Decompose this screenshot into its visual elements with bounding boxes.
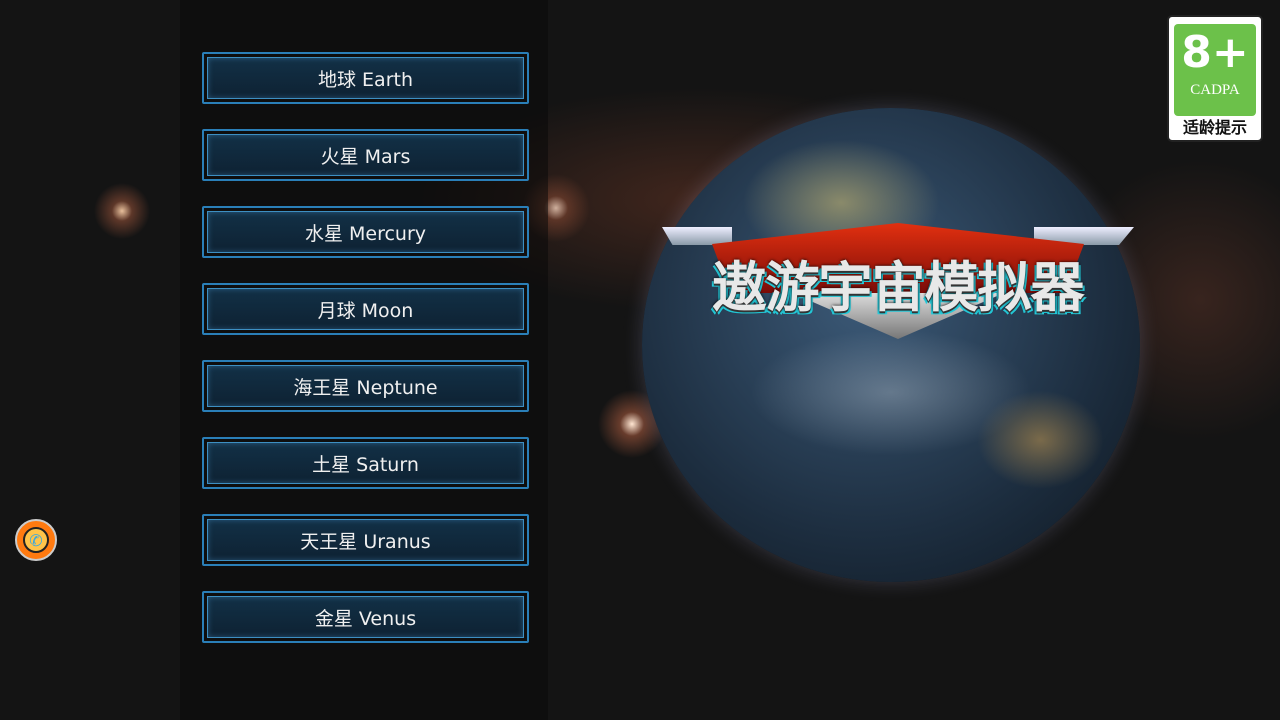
planet-button-mercury[interactable]: 水星 Mercury xyxy=(202,206,529,258)
planet-button-uranus[interactable]: 天王星 Uranus xyxy=(202,514,529,566)
button-label: 海王星 Neptune xyxy=(293,376,438,399)
planet-button-neptune[interactable]: 海王星 Neptune xyxy=(202,360,529,412)
button-label: 金星 Venus xyxy=(314,607,417,630)
button-label: 火星 Mars xyxy=(320,145,411,168)
game-logo: 遨游宇宙模拟器 xyxy=(662,215,1134,340)
planet-button-venus[interactable]: 金星 Venus xyxy=(202,591,529,643)
button-label: 月球 Moon xyxy=(317,299,414,322)
button-label: 土星 Saturn xyxy=(312,453,419,476)
button-label: 地球 Earth xyxy=(318,68,413,91)
planet-button-moon[interactable]: 月球 Moon xyxy=(202,283,529,335)
age-rating: 8+ xyxy=(1181,27,1249,78)
planet-button-earth[interactable]: 地球 Earth xyxy=(202,52,529,104)
age-hint: 适龄提示 xyxy=(1182,118,1247,137)
customer-service-button[interactable]: ✆ xyxy=(15,519,57,561)
button-label: 天王星 Uranus xyxy=(300,530,431,553)
game-title: 遨游宇宙模拟器 xyxy=(712,256,1085,319)
phone-chat-icon: ✆ xyxy=(23,527,49,553)
earth-globe xyxy=(642,108,1140,582)
button-label: 水星 Mercury xyxy=(304,222,427,245)
age-rating-badge: 8+ CADPA 适龄提示 xyxy=(1167,15,1263,142)
planet-button-saturn[interactable]: 土星 Saturn xyxy=(202,437,529,489)
rating-org: CADPA xyxy=(1190,82,1240,98)
planet-button-mars[interactable]: 火星 Mars xyxy=(202,129,529,181)
